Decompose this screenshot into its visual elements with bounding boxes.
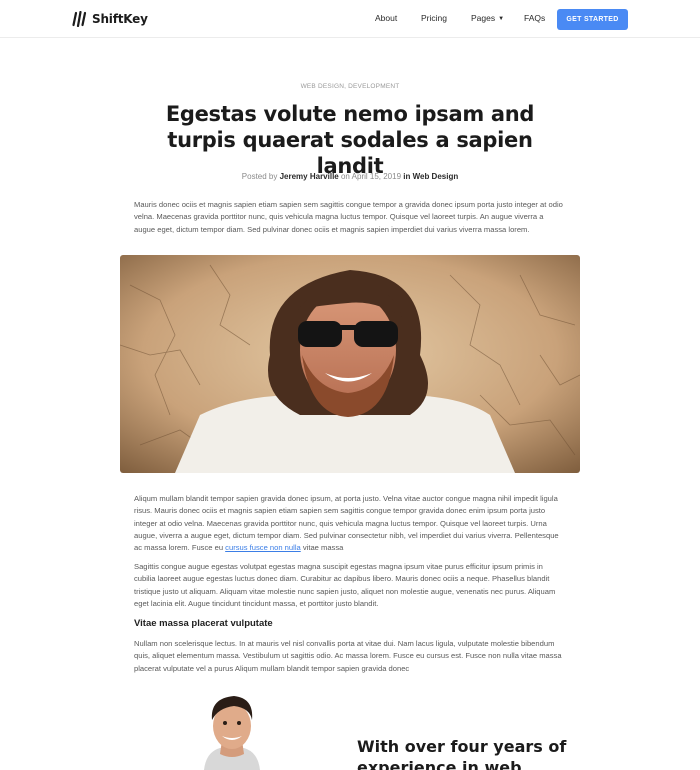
post-categories[interactable]: WEB DESIGN, DEVELOPMENT <box>0 83 700 90</box>
byline-author[interactable]: Jeremy Harville <box>280 172 339 181</box>
byline-date: on April 15, 2019 <box>338 172 404 181</box>
para2-tail: vitae massa <box>300 543 344 553</box>
para2-text: Aliqum mullam blandit tempor sapien grav… <box>134 494 559 553</box>
nav-pages-label: Pages <box>471 13 496 23</box>
nav-faqs[interactable]: FAQs <box>524 13 545 23</box>
hero-photo <box>120 255 580 473</box>
byline-category[interactable]: in Web Design <box>403 172 458 181</box>
caret-down-icon: ▼ <box>498 16 505 22</box>
logo-text: ShiftKey <box>92 12 148 26</box>
inline-link[interactable]: cursus fusce non nulla <box>225 543 301 552</box>
body-paragraph-2: Aliqum mullam blandit tempor sapien grav… <box>134 493 566 554</box>
byline-prefix: Posted by <box>241 172 280 181</box>
post-byline: Posted by Jeremy Harville on April 15, 2… <box>0 172 700 181</box>
post-title: Egestas volute nemo ipsam and turpis qua… <box>165 102 535 178</box>
body-paragraph-3: Sagittis congue augue egestas volutpat e… <box>134 562 556 608</box>
section-subheading: Vitae massa placerat vulputate <box>134 618 273 629</box>
nav-pages-dropdown[interactable]: Pages ▼ <box>471 13 504 23</box>
site-header: ShiftKey About Pricing Pages ▼ FAQs GET S… <box>0 0 700 38</box>
logo[interactable]: ShiftKey <box>72 11 148 27</box>
post-hero-image <box>120 255 580 473</box>
nav-pricing[interactable]: Pricing <box>421 13 447 23</box>
promo-heading: With over four years of experience in we… <box>357 737 567 770</box>
body-paragraph-4: Nullam non scelerisque lectus. In at mau… <box>134 639 562 673</box>
get-started-button[interactable]: GET STARTED <box>557 9 628 30</box>
author-photo <box>192 692 272 770</box>
intro-paragraph: Mauris donec ociis et magnis sapien etia… <box>134 200 563 234</box>
author-avatar <box>192 692 272 770</box>
nav-about[interactable]: About <box>375 13 397 23</box>
logo-icon <box>72 11 87 27</box>
